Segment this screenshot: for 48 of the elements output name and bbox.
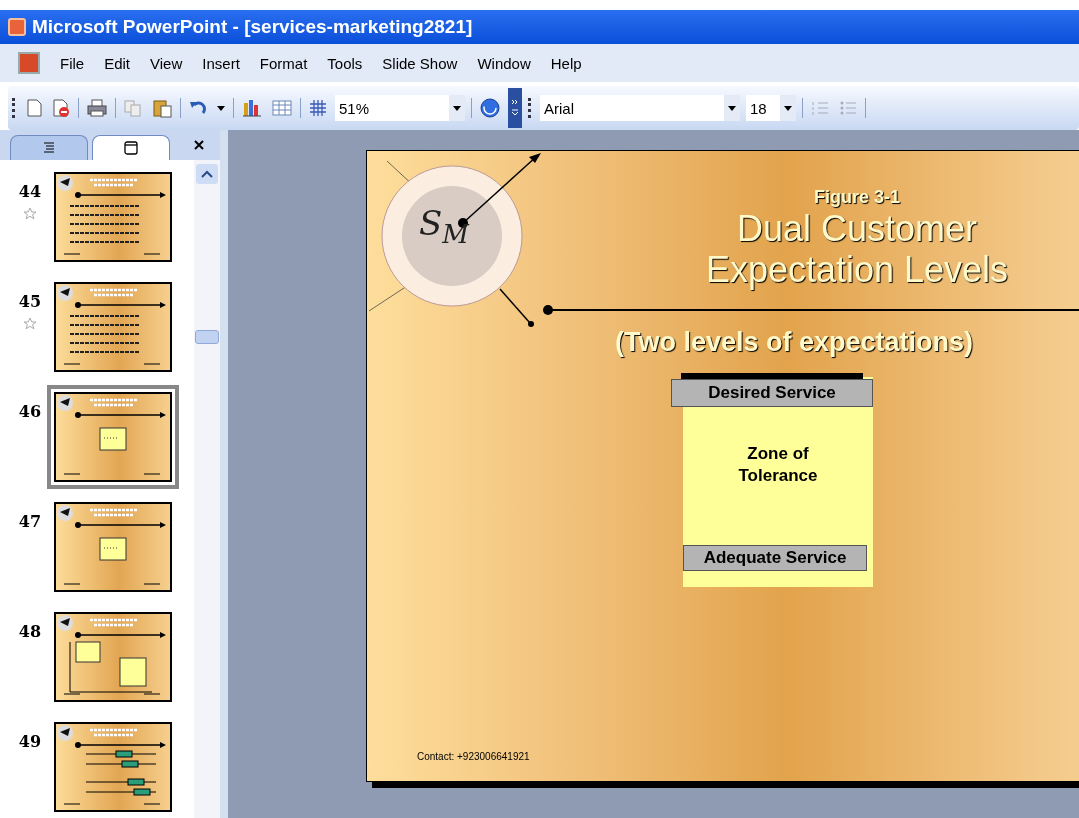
document-delete-icon[interactable] — [50, 97, 72, 119]
slide-number: 46 — [18, 402, 42, 421]
toolbar-options-button[interactable] — [508, 88, 522, 128]
slide-icon — [124, 141, 138, 155]
slide-number: 45 — [18, 292, 42, 311]
scroll-bar[interactable] — [194, 160, 220, 818]
adequate-service-label: Adequate Service — [683, 545, 867, 571]
new-document-icon[interactable] — [24, 97, 44, 119]
zone-label: Zone of Tolerance — [737, 443, 819, 487]
contact-text: Contact: +923006641921 — [417, 751, 530, 762]
app-icon — [8, 18, 26, 36]
close-icon[interactable] — [194, 140, 204, 150]
dropdown-arrow-icon — [784, 105, 792, 111]
scroll-thumb[interactable] — [195, 330, 219, 344]
figure-label: Figure 3-1 — [813, 187, 901, 208]
menu-item[interactable]: Edit — [94, 51, 141, 75]
dropdown-arrow-icon — [728, 105, 736, 111]
chart-icon[interactable] — [240, 97, 264, 119]
slides-tab[interactable] — [92, 135, 170, 160]
window-title: Microsoft PowerPoint - [services-marketing2821] — [32, 16, 473, 38]
slide-number: 47 — [18, 512, 42, 531]
menu-item[interactable]: Slide Show — [372, 51, 468, 75]
printer-icon[interactable] — [85, 97, 109, 119]
font-size-dropdown[interactable]: 18 — [746, 95, 796, 121]
menu-item[interactable]: File — [50, 51, 95, 75]
dropdown-arrow-icon[interactable] — [215, 103, 227, 113]
outline-tab[interactable] — [10, 135, 88, 160]
outline-icon — [43, 142, 55, 154]
logo-text: S$_{M}$ — [419, 203, 469, 249]
scroll-up-button[interactable] — [196, 164, 218, 184]
slide-number: 49 — [18, 732, 42, 751]
help-icon[interactable] — [478, 96, 502, 120]
slide-number: 44 — [18, 182, 42, 201]
grid-icon[interactable] — [307, 97, 329, 119]
menu-item[interactable]: Format — [249, 51, 318, 75]
font-dropdown[interactable]: Arial — [540, 95, 740, 121]
menu-item[interactable]: Window — [467, 51, 541, 75]
zoom-dropdown[interactable]: 51% — [335, 95, 465, 121]
menu-item[interactable]: Insert — [192, 51, 250, 75]
desired-service-label: Desired Service — [671, 379, 873, 407]
slide-thumbnail[interactable] — [47, 385, 179, 489]
menu-item[interactable]: View — [140, 51, 193, 75]
menu-item[interactable]: Tools — [317, 51, 373, 75]
menu-item[interactable]: Help — [540, 51, 592, 75]
slide-title: Dual Customer Expectation Levels — [704, 208, 1010, 291]
dropdown-arrow-icon — [453, 105, 461, 111]
slide-number: 48 — [18, 622, 42, 641]
slide-subtitle: (Two levels of expectations) — [615, 327, 974, 358]
